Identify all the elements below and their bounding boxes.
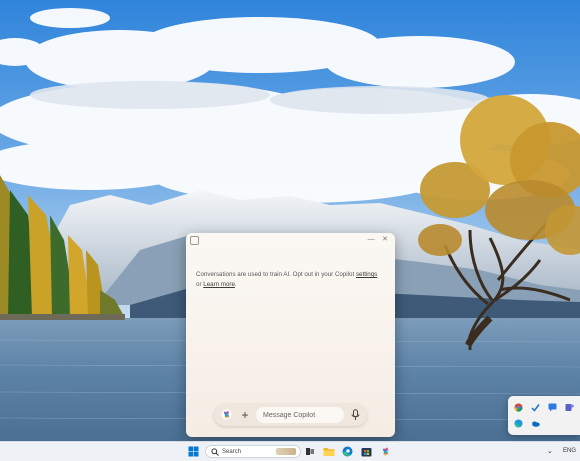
- training-notice: Conversations are used to train AI. Opt …: [196, 270, 386, 290]
- plus-icon[interactable]: +: [238, 407, 252, 423]
- microsoft-store-icon[interactable]: [361, 446, 372, 457]
- check-tray-icon[interactable]: [531, 403, 540, 412]
- copilot-window: — ✕ Conversations are used to train AI. …: [186, 233, 395, 437]
- edge-browser-icon[interactable]: [342, 446, 353, 457]
- edge-tray-icon[interactable]: [514, 419, 523, 428]
- onedrive-tray-icon[interactable]: [531, 419, 540, 428]
- microphone-icon[interactable]: [350, 409, 361, 421]
- show-hidden-icons-button[interactable]: ⌄: [547, 446, 553, 457]
- search-highlight-image: [276, 448, 296, 455]
- file-explorer-icon[interactable]: [323, 446, 335, 457]
- copilot-icon[interactable]: [221, 409, 232, 420]
- notice-or-text: or: [196, 281, 202, 288]
- settings-link[interactable]: settings: [356, 271, 377, 278]
- chat-tray-icon[interactable]: [548, 403, 557, 412]
- notice-text: Conversations are used to train AI. Opt …: [196, 271, 355, 278]
- teams-tray-icon[interactable]: [565, 403, 574, 412]
- message-input[interactable]: [256, 407, 344, 423]
- learn-more-link[interactable]: Learn more: [203, 281, 235, 288]
- search-label: Search: [222, 449, 242, 455]
- task-view-icon[interactable]: [305, 446, 315, 457]
- tray-overflow-flyout: [508, 396, 580, 435]
- copilot-icon[interactable]: [380, 446, 391, 457]
- message-composer: +: [214, 404, 367, 426]
- notice-period: .: [234, 281, 237, 288]
- taskbar-search-box[interactable]: Search: [205, 445, 301, 458]
- chrome-tray-icon[interactable]: [514, 403, 523, 412]
- minimize-button[interactable]: —: [364, 234, 378, 245]
- copilot-app-icon: [190, 236, 199, 245]
- taskbar: Search ⌄ ENG: [0, 441, 580, 461]
- language-indicator[interactable]: ENG: [563, 446, 576, 457]
- close-button[interactable]: ✕: [378, 234, 392, 245]
- window-title-bar[interactable]: — ✕: [186, 233, 395, 247]
- search-icon: [211, 448, 219, 456]
- windows-start-icon[interactable]: [188, 446, 199, 457]
